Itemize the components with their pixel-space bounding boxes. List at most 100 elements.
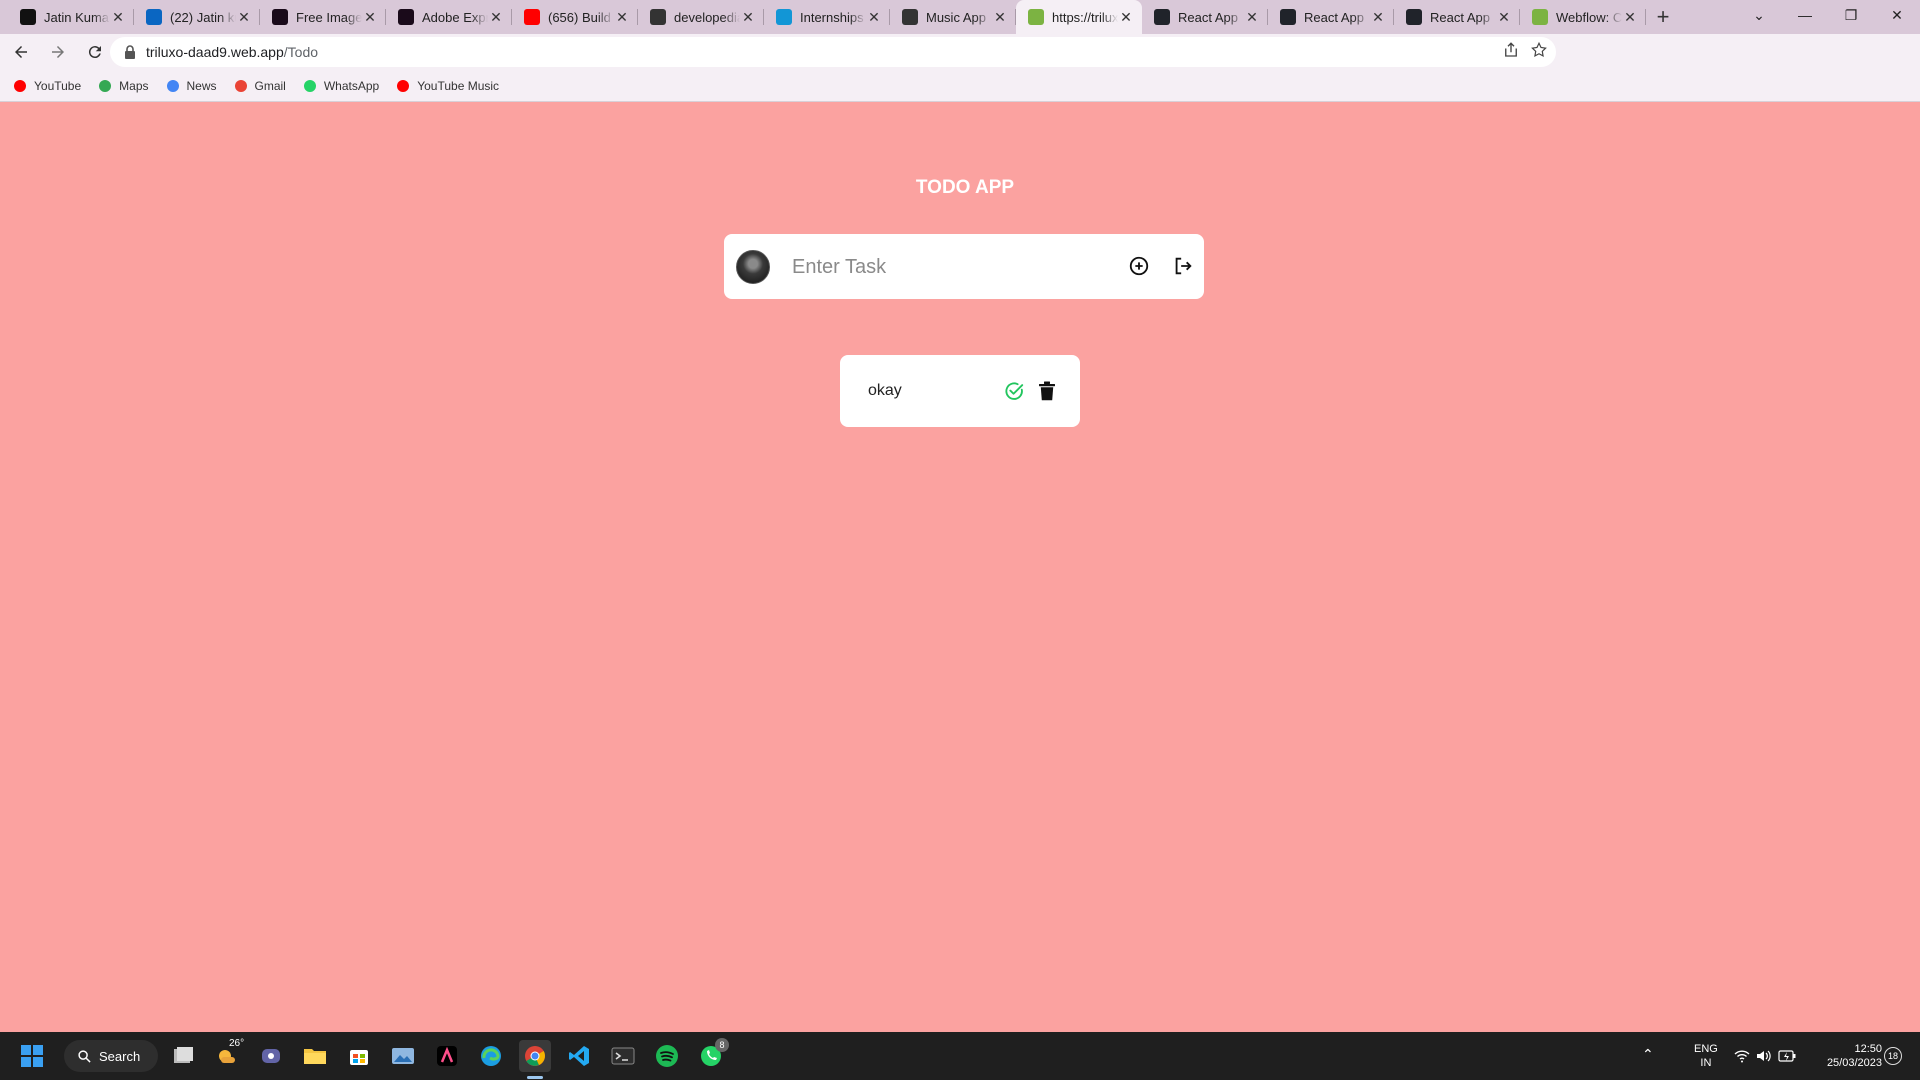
browser-tab[interactable]: Adobe Express✕ bbox=[386, 0, 512, 34]
close-tab-icon[interactable]: ✕ bbox=[1244, 9, 1260, 26]
terminal-app[interactable] bbox=[607, 1040, 639, 1072]
close-tab-icon[interactable]: ✕ bbox=[1118, 9, 1134, 26]
check-circle-icon bbox=[1005, 382, 1024, 400]
microsoft-store-app[interactable] bbox=[343, 1040, 375, 1072]
photos-app[interactable] bbox=[387, 1040, 419, 1072]
vscode-icon bbox=[569, 1046, 589, 1066]
task-input[interactable] bbox=[792, 252, 1092, 282]
headphones-icon bbox=[902, 9, 918, 25]
tab-title: Jatin Kumar bbox=[44, 9, 110, 25]
browser-tab[interactable]: Internships ✕ bbox=[764, 0, 890, 34]
close-window-button[interactable]: ✕ bbox=[1874, 0, 1920, 30]
wifi-icon[interactable] bbox=[1734, 1049, 1750, 1063]
bookmark-star-icon[interactable] bbox=[1530, 41, 1548, 59]
browser-tab[interactable]: React App ✕ bbox=[1142, 0, 1268, 34]
window-controls: ⌄ — ❐ ✕ bbox=[1736, 0, 1920, 30]
browser-tab[interactable]: (656) Build ✕ bbox=[512, 0, 638, 34]
forward-button[interactable] bbox=[42, 36, 74, 68]
browser-tab[interactable]: developedia ✕ bbox=[638, 0, 764, 34]
task-input-card bbox=[724, 234, 1204, 299]
browser-tab[interactable]: Music App ✕ bbox=[890, 0, 1016, 34]
adobe-express-app[interactable] bbox=[431, 1040, 463, 1072]
github-icon bbox=[650, 9, 666, 25]
browser-tab[interactable]: Webflow: Create✕ bbox=[1520, 0, 1646, 34]
bookmark-item[interactable]: YouTube bbox=[12, 78, 81, 94]
bookmark-item[interactable]: Maps bbox=[97, 78, 149, 94]
tab-title: React App bbox=[1430, 9, 1490, 25]
start-button[interactable] bbox=[16, 1040, 48, 1072]
new-tab-button[interactable]: + bbox=[1646, 0, 1680, 34]
close-tab-icon[interactable]: ✕ bbox=[1622, 9, 1638, 26]
youtube-icon bbox=[524, 9, 540, 25]
clock[interactable]: 12:50 25/03/2023 bbox=[1792, 1042, 1882, 1070]
close-tab-icon[interactable]: ✕ bbox=[488, 9, 504, 26]
tab-search-icon[interactable]: ⌄ bbox=[1736, 0, 1782, 30]
share-icon[interactable] bbox=[1502, 41, 1520, 59]
taskbar-search[interactable]: Search bbox=[64, 1040, 158, 1072]
browser-tab[interactable]: Jatin Kumar ✕ bbox=[8, 0, 134, 34]
back-button[interactable] bbox=[5, 36, 37, 68]
todo-text: okay bbox=[868, 382, 902, 399]
bookmark-label: YouTube bbox=[34, 78, 82, 93]
complete-todo-button[interactable] bbox=[1002, 379, 1026, 403]
tab-title: Free Image bbox=[296, 9, 362, 25]
logout-button[interactable] bbox=[1171, 254, 1195, 278]
add-task-button[interactable] bbox=[1127, 254, 1151, 278]
minimize-button[interactable]: — bbox=[1782, 0, 1828, 30]
bookmark-item[interactable]: YouTube Music bbox=[395, 78, 499, 94]
photos-icon bbox=[392, 1048, 414, 1064]
linkedin-icon bbox=[146, 9, 162, 25]
reload-icon bbox=[88, 46, 101, 59]
notification-badge[interactable]: 18 bbox=[1884, 1047, 1902, 1065]
bookmark-item[interactable]: News bbox=[165, 78, 217, 94]
trash-icon bbox=[1039, 381, 1055, 401]
chrome-app[interactable] bbox=[519, 1040, 551, 1072]
restore-button[interactable]: ❐ bbox=[1828, 0, 1874, 30]
browser-tab[interactable]: Free Image ✕ bbox=[260, 0, 386, 34]
lock-icon bbox=[125, 45, 135, 59]
close-tab-icon[interactable]: ✕ bbox=[740, 9, 756, 26]
close-tab-icon[interactable]: ✕ bbox=[992, 9, 1008, 26]
task-view-icon bbox=[174, 1047, 193, 1063]
close-tab-icon[interactable]: ✕ bbox=[1496, 9, 1512, 26]
reload-button[interactable] bbox=[79, 36, 111, 68]
user-avatar[interactable] bbox=[736, 250, 770, 284]
spotify-app[interactable] bbox=[651, 1040, 683, 1072]
tab-title: https://triluxo bbox=[1052, 9, 1118, 25]
bookmark-label: YouTube Music bbox=[417, 78, 500, 93]
url-path: /Todo bbox=[283, 44, 319, 60]
close-tab-icon[interactable]: ✕ bbox=[866, 9, 882, 26]
browser-tab[interactable]: React App ✕ bbox=[1268, 0, 1394, 34]
lang-line2: IN bbox=[1700, 1057, 1712, 1069]
browser-tab[interactable]: React App ✕ bbox=[1394, 0, 1520, 34]
browser-tab[interactable]: https://triluxo✕ bbox=[1016, 0, 1142, 34]
chevron-up-icon[interactable]: ⌃ bbox=[1642, 1046, 1654, 1063]
adobe-express-icon bbox=[437, 1046, 457, 1066]
language-indicator[interactable]: ENG IN bbox=[1694, 1042, 1718, 1070]
file-explorer-app[interactable] bbox=[299, 1040, 331, 1072]
volume-icon[interactable] bbox=[1756, 1049, 1772, 1063]
address-bar[interactable]: triluxo-daad9.web.app/Todo bbox=[110, 37, 1556, 67]
teams-chat-app[interactable] bbox=[255, 1040, 287, 1072]
close-tab-icon[interactable]: ✕ bbox=[614, 9, 630, 26]
bookmark-item[interactable]: WhatsApp bbox=[302, 78, 379, 94]
bookmark-item[interactable]: Gmail bbox=[233, 78, 286, 94]
task-view-button[interactable] bbox=[167, 1040, 199, 1072]
vscode-app[interactable] bbox=[563, 1040, 595, 1072]
app-title: TODO APP bbox=[915, 177, 1015, 198]
close-tab-icon[interactable]: ✕ bbox=[362, 9, 378, 26]
browser-tab[interactable]: (22) Jatin kumar✕ bbox=[134, 0, 260, 34]
close-tab-icon[interactable]: ✕ bbox=[110, 9, 126, 26]
weather-temp: 26° bbox=[229, 1038, 245, 1049]
logout-icon bbox=[1175, 257, 1192, 275]
react-icon bbox=[1154, 9, 1170, 25]
windows-logo-icon bbox=[21, 1045, 43, 1067]
weather-widget[interactable]: 26° bbox=[211, 1038, 245, 1072]
edge-app[interactable] bbox=[475, 1040, 507, 1072]
delete-todo-button[interactable] bbox=[1035, 379, 1059, 403]
store-icon bbox=[350, 1050, 368, 1065]
whatsapp-app[interactable]: 8 bbox=[695, 1038, 729, 1072]
close-tab-icon[interactable]: ✕ bbox=[236, 9, 252, 26]
close-tab-icon[interactable]: ✕ bbox=[1370, 9, 1386, 26]
webflow-icon bbox=[1532, 9, 1548, 25]
